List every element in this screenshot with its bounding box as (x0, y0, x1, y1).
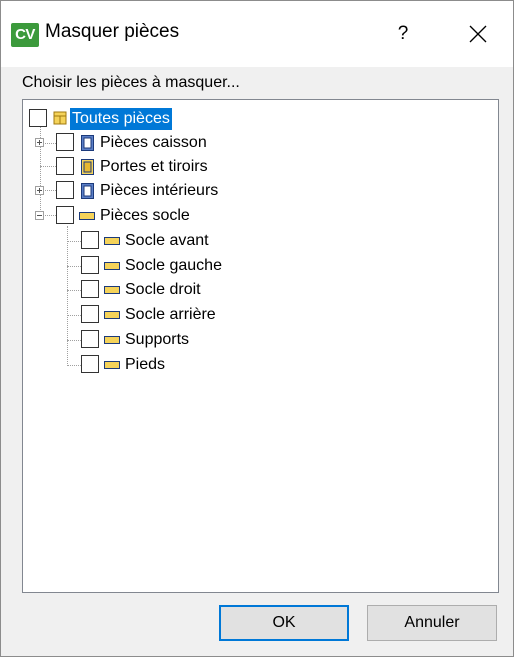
tree-connector (67, 365, 81, 366)
tree-connector (67, 315, 81, 316)
tree-item-label: Pieds (125, 356, 166, 373)
close-button[interactable] (457, 15, 499, 53)
plinth-icon (104, 262, 120, 270)
tree-connector (40, 166, 56, 167)
expand-icon[interactable] (35, 186, 44, 195)
plinth-icon (79, 212, 95, 220)
checkbox[interactable] (81, 231, 99, 249)
tree-item-label: Toutes pièces (70, 108, 172, 130)
checkbox[interactable] (81, 305, 99, 323)
plinth-icon (104, 286, 120, 294)
tree-connector (67, 241, 81, 242)
door-icon (81, 159, 94, 175)
tree-item-label: Socle droit (125, 281, 201, 298)
tree-item-label: Pièces intérieurs (100, 182, 219, 199)
plinth-icon (104, 237, 120, 245)
tree-connector (40, 122, 41, 216)
tree-item-label: Portes et tiroirs (100, 158, 208, 175)
instruction-label: Choisir les pièces à masquer... (22, 74, 240, 91)
ok-button[interactable]: OK (219, 605, 349, 641)
dialog-title: Masquer pièces (45, 21, 180, 42)
plinth-icon (104, 336, 120, 344)
tree-item-label: Socle gauche (125, 257, 222, 274)
checkbox[interactable] (81, 280, 99, 298)
checkbox[interactable] (81, 330, 99, 348)
checkbox[interactable] (81, 256, 99, 274)
all-parts-icon (53, 111, 67, 125)
checkbox[interactable] (81, 355, 99, 373)
expand-icon[interactable] (35, 138, 44, 147)
tree-connector (67, 340, 81, 341)
plinth-icon (104, 361, 120, 369)
plinth-icon (104, 311, 120, 319)
checkbox[interactable] (56, 181, 74, 199)
checkbox[interactable] (29, 109, 47, 127)
cancel-button[interactable]: Annuler (367, 605, 497, 641)
tree-item-label: Supports (125, 331, 190, 348)
app-logo-icon: CV (11, 23, 39, 47)
tree-item-label: Socle arrière (125, 306, 216, 323)
tree-connector (67, 290, 81, 291)
parts-tree[interactable]: Toutes pièces Pièces caisson Portes et t… (22, 99, 499, 593)
help-button[interactable]: ? (383, 15, 423, 53)
masquer-pieces-dialog: CV Masquer pièces ? Choisir les pièces à… (0, 0, 514, 657)
checkbox[interactable] (56, 133, 74, 151)
tree-item-label: Pièces socle (100, 207, 190, 224)
checkbox[interactable] (56, 157, 74, 175)
close-icon (469, 25, 487, 43)
title-bar: CV Masquer pièces ? (1, 1, 513, 67)
collapse-icon[interactable] (35, 211, 44, 220)
tree-item-label: Pièces caisson (100, 134, 207, 151)
tree-connector (67, 226, 68, 366)
tree-connector (67, 266, 81, 267)
cabinet-icon (81, 135, 94, 151)
checkbox[interactable] (56, 206, 74, 224)
tree-item-label: Socle avant (125, 232, 209, 249)
cabinet-icon (81, 183, 94, 199)
